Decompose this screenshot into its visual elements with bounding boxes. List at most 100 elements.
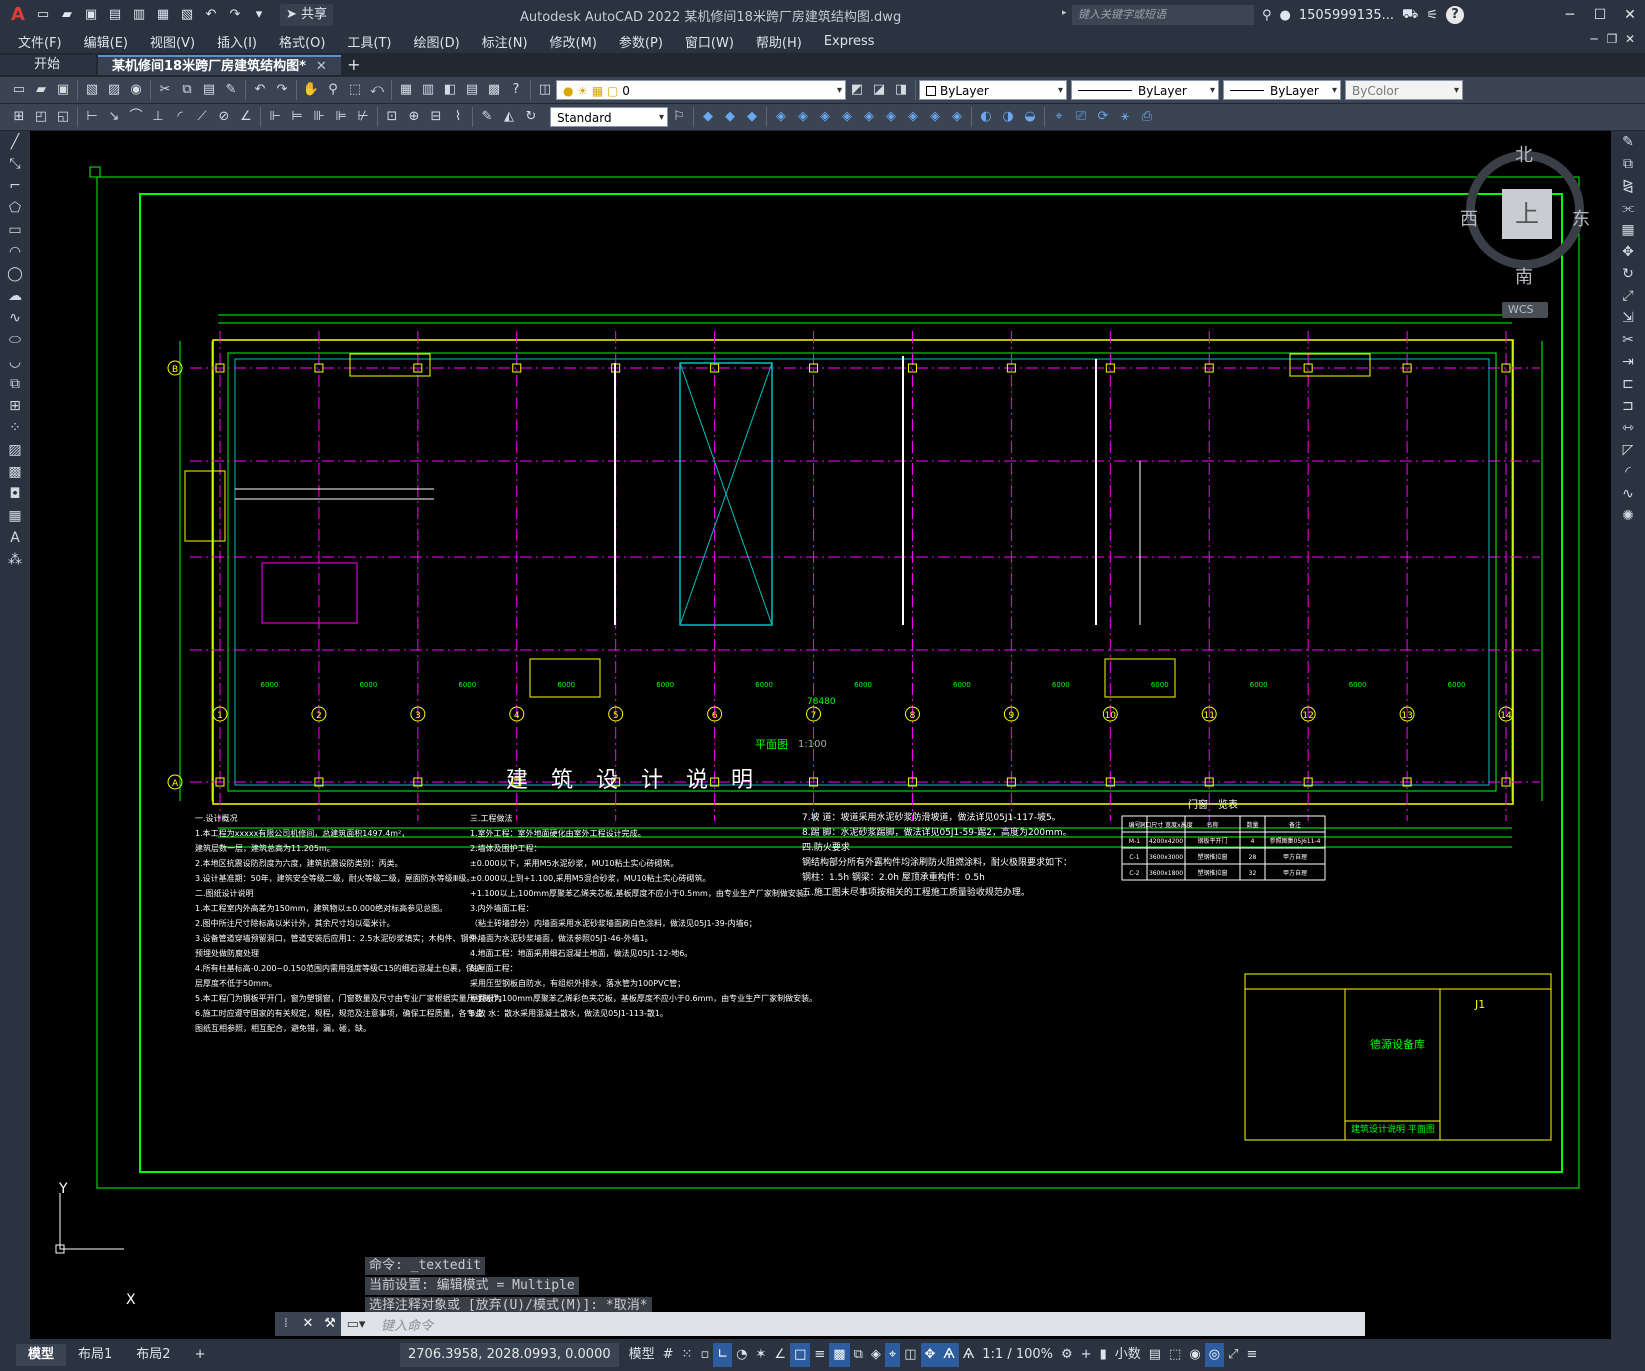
linetype-dropdown[interactable]: ByLayer: [1071, 80, 1219, 101]
search-icon[interactable]: ⚲: [1262, 8, 1272, 23]
center-mark-icon[interactable]: ⊕: [403, 106, 425, 128]
compass-north[interactable]: 北: [1515, 141, 1533, 167]
annotation-scale[interactable]: 1:1 / 100%: [978, 1343, 1057, 1367]
grid-icon[interactable]: #: [659, 1343, 678, 1367]
plot-icon[interactable]: ▧: [176, 4, 198, 26]
units-dropdown[interactable]: 小数: [1111, 1343, 1145, 1367]
baseline-dim-icon[interactable]: ⊨: [286, 106, 308, 128]
inspection-icon[interactable]: ⊟: [425, 106, 447, 128]
view-icon[interactable]: ⎚: [1070, 106, 1092, 128]
maximize-icon[interactable]: ☐: [1585, 0, 1615, 30]
sheet-set-icon[interactable]: ▤: [461, 79, 483, 101]
dim-break-icon[interactable]: ⊬: [352, 106, 374, 128]
menu-file[interactable]: 文件(F): [18, 32, 62, 51]
doc-minimize-icon[interactable]: ─: [1585, 32, 1603, 46]
open-icon[interactable]: ▰: [30, 79, 52, 101]
user-icon[interactable]: ●: [1280, 8, 1291, 23]
fillet-icon[interactable]: ◜: [1611, 461, 1645, 483]
polyline-icon[interactable]: ⌐: [0, 175, 30, 197]
minimize-icon[interactable]: ─: [1555, 0, 1585, 30]
dim-space-icon[interactable]: ⊫: [330, 106, 352, 128]
render-icon[interactable]: ◑: [997, 106, 1019, 128]
save-icon[interactable]: ▣: [52, 79, 74, 101]
customization-icon[interactable]: ≡: [1242, 1343, 1261, 1367]
offset-icon[interactable]: ⫘: [1611, 197, 1645, 219]
ortho-icon[interactable]: ∟: [713, 1343, 733, 1367]
transparency-icon[interactable]: ▩: [829, 1343, 850, 1367]
model-space-toggle[interactable]: 模型: [625, 1343, 659, 1367]
dimtedit-icon[interactable]: ◭: [498, 106, 520, 128]
layer-states-icon[interactable]: ◨: [890, 79, 912, 101]
paste-icon[interactable]: ▤: [198, 79, 220, 101]
redo-icon[interactable]: ↷: [224, 4, 246, 26]
region-icon[interactable]: ◘: [0, 483, 30, 505]
tab-start[interactable]: 开始: [0, 55, 97, 75]
quick-properties-icon[interactable]: ▤: [1145, 1343, 1165, 1367]
save-as-icon[interactable]: ▤: [104, 4, 126, 26]
mtext-icon[interactable]: A: [0, 527, 30, 549]
array-icon[interactable]: ▦: [1611, 219, 1645, 241]
object-snap-tracking-icon[interactable]: ∠: [770, 1343, 790, 1367]
object-snap-icon[interactable]: □: [790, 1343, 811, 1367]
ellipse-icon[interactable]: ⬭: [0, 329, 30, 351]
jogged-linear-icon[interactable]: ⌇: [447, 106, 469, 128]
tab-close-icon[interactable]: ✕: [316, 59, 327, 74]
viewcube-top-face[interactable]: 上: [1502, 189, 1552, 239]
explode-icon[interactable]: ✺: [1611, 505, 1645, 527]
wcs-menu[interactable]: WCS: [1502, 302, 1548, 318]
rotate-icon[interactable]: ↻: [1611, 263, 1645, 285]
selection-cycling-icon[interactable]: ⧉: [850, 1343, 867, 1367]
attach-icon[interactable]: ◰: [30, 106, 52, 128]
command-grip-icon[interactable]: ⁞: [275, 1312, 297, 1336]
copy-object-icon[interactable]: ⧉: [1611, 153, 1645, 175]
publish-icon[interactable]: ◉: [125, 79, 147, 101]
layer-properties-icon[interactable]: ◫: [534, 79, 556, 101]
slice-icon[interactable]: ◈: [946, 106, 968, 128]
coordinates-readout[interactable]: 2706.3958, 2028.0993, 0.0000: [400, 1343, 619, 1367]
undo-icon[interactable]: ↶: [249, 79, 271, 101]
menu-insert[interactable]: 插入(I): [217, 32, 257, 51]
menu-edit[interactable]: 编辑(E): [84, 32, 128, 51]
isolate-objects-icon[interactable]: ◉: [1185, 1343, 1204, 1367]
tab-layout2[interactable]: 布局2: [124, 1344, 182, 1366]
3d-osnap-icon[interactable]: ◈: [867, 1343, 885, 1367]
menu-help[interactable]: 帮助(H): [756, 32, 802, 51]
ellipse-arc-icon[interactable]: ◡: [0, 351, 30, 373]
break-icon[interactable]: ⊐: [1611, 395, 1645, 417]
command-customize-icon[interactable]: ⚒: [319, 1312, 341, 1336]
plotstyle-dropdown[interactable]: ByColor: [1345, 80, 1463, 101]
erase-icon[interactable]: ✎: [1611, 131, 1645, 153]
command-close-icon[interactable]: ✕: [297, 1312, 319, 1336]
linear-dim-icon[interactable]: ⊢: [81, 106, 103, 128]
save-icon[interactable]: ▣: [80, 4, 102, 26]
continue-dim-icon[interactable]: ⊪: [308, 106, 330, 128]
redo-icon[interactable]: ↷: [271, 79, 293, 101]
menu-modify[interactable]: 修改(M): [550, 32, 597, 51]
union-icon[interactable]: ◈: [880, 106, 902, 128]
compass-south[interactable]: 南: [1515, 263, 1533, 289]
mirror-icon[interactable]: ⧎: [1611, 175, 1645, 197]
subtract-icon[interactable]: ◈: [902, 106, 924, 128]
spline-icon[interactable]: ∿: [0, 307, 30, 329]
cart-icon[interactable]: ⛟: [1402, 7, 1418, 24]
quick-dim-icon[interactable]: ⊩: [264, 106, 286, 128]
viewcube[interactable]: 上 北 南 西 东: [1460, 141, 1590, 288]
point-icon[interactable]: ⁘: [0, 417, 30, 439]
stretch-icon[interactable]: ⇲: [1611, 307, 1645, 329]
menu-window[interactable]: 窗口(W): [685, 32, 734, 51]
new-tab-icon[interactable]: +: [343, 55, 365, 75]
tolerance-icon[interactable]: ⊡: [381, 106, 403, 128]
compass-east[interactable]: 东: [1572, 205, 1590, 231]
polar-icon[interactable]: ◔: [732, 1343, 751, 1367]
doc-restore-icon[interactable]: ❐: [1603, 32, 1621, 46]
hatch-icon[interactable]: ▨: [0, 439, 30, 461]
calculator-icon[interactable]: ▩: [483, 79, 505, 101]
command-line[interactable]: ⁞ ✕ ⚒ ▭▾ 键入命令: [275, 1312, 1365, 1336]
search-expand-icon[interactable]: ▸: [1062, 8, 1067, 18]
sweep-icon[interactable]: ◈: [814, 106, 836, 128]
autodesk-app-icon[interactable]: ⚟: [1426, 8, 1438, 23]
dynamic-ucs-icon[interactable]: ⌖: [884, 1343, 901, 1367]
command-recent-icon[interactable]: ▭▾: [341, 1317, 371, 1332]
units-icon[interactable]: ▮: [1096, 1343, 1111, 1367]
make-block-icon[interactable]: ⊞: [0, 395, 30, 417]
